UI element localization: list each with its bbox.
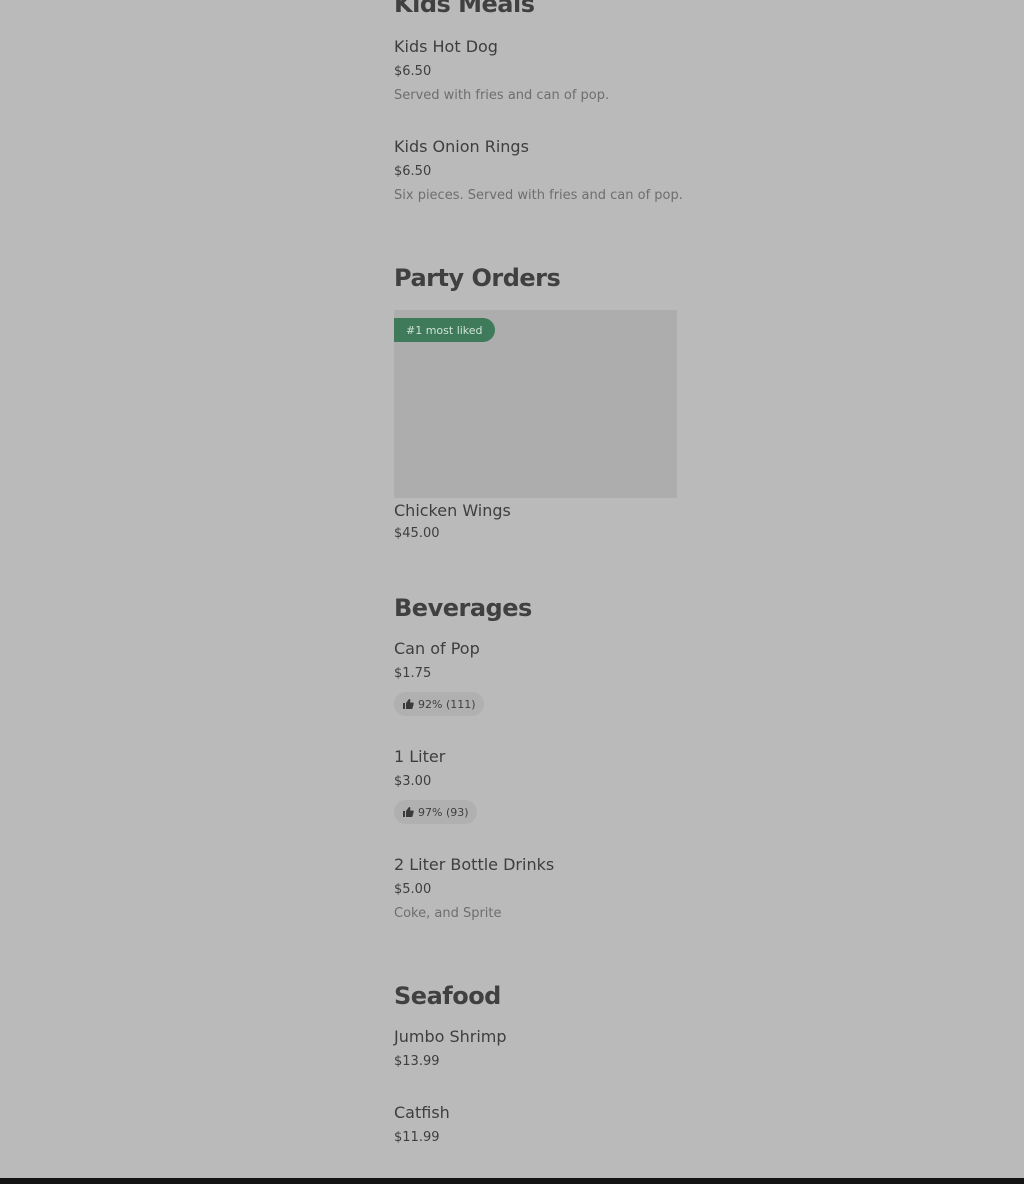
item-price: $11.99 [394,1130,440,1145]
item-price: $3.00 [394,774,432,789]
item-name: Can of Pop [394,639,480,658]
item-description: Six pieces. Served with fries and can of… [394,188,683,203]
item-price: $6.50 [394,64,432,79]
item-name: 1 Liter [394,747,446,766]
thumbs-up-icon [403,807,414,817]
thumbs-up-icon [403,699,414,709]
section-title-kids-meals: Kids Meals [394,0,535,18]
item-name: Kids Hot Dog [394,37,498,56]
rating-text: 92% (111) [418,697,476,711]
item-name: Kids Onion Rings [394,137,529,156]
item-price: $1.75 [394,666,432,681]
item-price: $45.00 [394,526,440,541]
section-title-beverages: Beverages [394,594,532,622]
section-title-party-orders: Party Orders [394,264,561,292]
rating-badge: 97% (93) [394,800,477,824]
item-name: Jumbo Shrimp [394,1027,507,1046]
item-description: Served with fries and can of pop. [394,88,610,103]
item-name: 2 Liter Bottle Drinks [394,855,555,874]
item-price: $13.99 [394,1054,440,1069]
item-image: #1 most liked [394,310,677,498]
item-price: $5.00 [394,882,432,897]
item-description: Coke, and Sprite [394,906,502,921]
bottom-bar [0,1178,1024,1184]
item-name: Chicken Wings [394,501,511,520]
rating-text: 97% (93) [418,805,469,819]
item-name: Catfish [394,1103,450,1122]
section-title-seafood: Seafood [394,982,501,1010]
item-price: $6.50 [394,164,432,179]
most-liked-badge: #1 most liked [394,318,495,342]
rating-badge: 92% (111) [394,692,484,716]
